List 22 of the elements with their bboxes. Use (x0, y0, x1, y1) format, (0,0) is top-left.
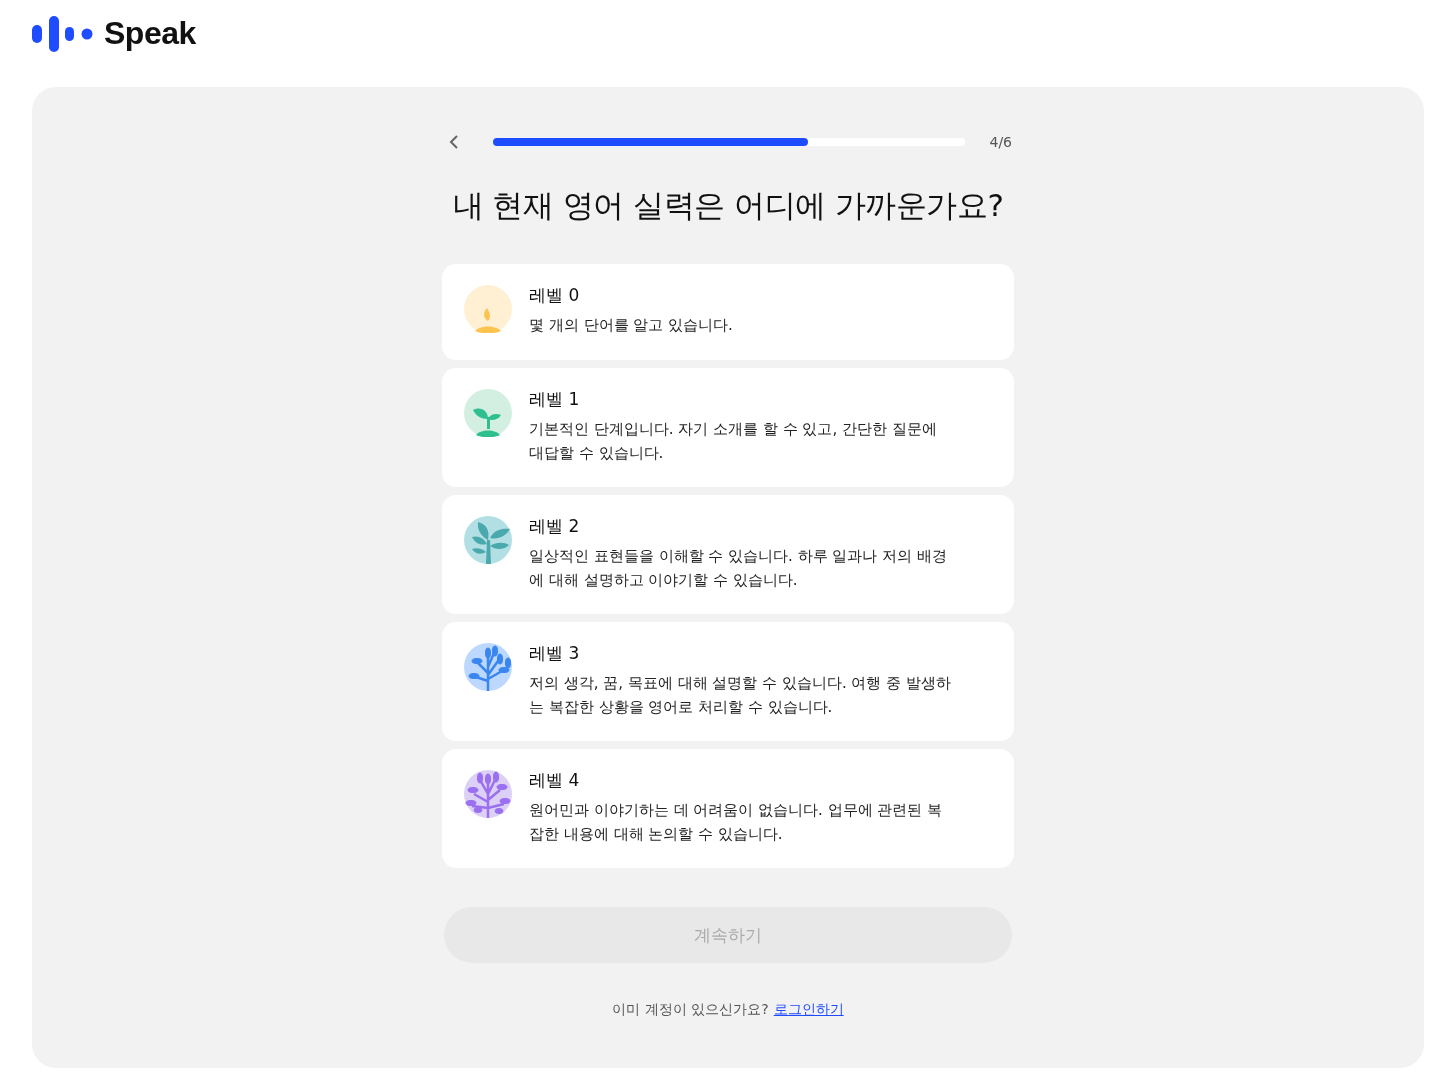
option-description: 몇 개의 단어를 알고 있습니다. (529, 315, 733, 336)
step-counter: 4/6 (989, 134, 1012, 150)
logo-icon (32, 13, 94, 54)
level-option[interactable]: 레벨 0 몇 개의 단어를 알고 있습니다. (442, 264, 1014, 360)
level-option[interactable]: 레벨 2 일상적인 표현들을 이해할 수 있습니다. 하루 일과나 저의 배경에 대해 설명하고 이야기할 수 있습니다. (442, 495, 1014, 614)
option-description: 원어민과 이야기하는 데 어려움이 없습니다. 업무에 관련된 복잡한 내용에 대해 논의할 수 있습니다. (529, 800, 944, 845)
level-option[interactable]: 레벨 4 원어민과 이야기하는 데 어려움이 없습니다. 업무에 관련된 복잡한 내용에 대해 논의할 수 있습니다. (442, 749, 1014, 868)
login-prompt: 이미 계정이 있으신가요? (612, 1001, 769, 1019)
option-title: 레벨 1 (529, 388, 581, 411)
option-title: 레벨 2 (529, 515, 581, 538)
logo-text: Speak (104, 15, 196, 52)
option-description: 기본적인 단계입니다. 자기 소개를 할 수 있고, 간단한 질문에 대답할 수 있습니다. (529, 419, 938, 464)
level-option[interactable]: 레벨 3 저의 생각, 꿈, 목표에 대해 설명할 수 있습니다. 여행 중 발생하는 복잡한 상황을 영어로 처리할 수 있습니다. (442, 622, 1014, 741)
level-option[interactable]: 레벨 1 기본적인 단계입니다. 자기 소개를 할 수 있고, 간단한 질문에 대답할 수 있습니다. (442, 368, 1014, 487)
option-description: 일상적인 표현들을 이해할 수 있습니다. 하루 일과나 저의 배경에 대해 설명하고 이야기할 수 있습니다. (529, 546, 948, 591)
option-title: 레벨 3 (529, 642, 581, 665)
question-title: 내 현재 영어 실력은 어디에 가까운가요? (451, 186, 1005, 225)
login-link[interactable]: 로그인하기 (773, 1001, 844, 1019)
option-title: 레벨 0 (529, 284, 581, 307)
option-description: 저의 생각, 꿈, 목표에 대해 설명할 수 있습니다. 여행 중 발생하는 복잡한 상황을 영어로 처리할 수 있습니다. (529, 673, 952, 718)
option-title: 레벨 4 (529, 769, 581, 792)
back-icon[interactable] (449, 134, 459, 150)
